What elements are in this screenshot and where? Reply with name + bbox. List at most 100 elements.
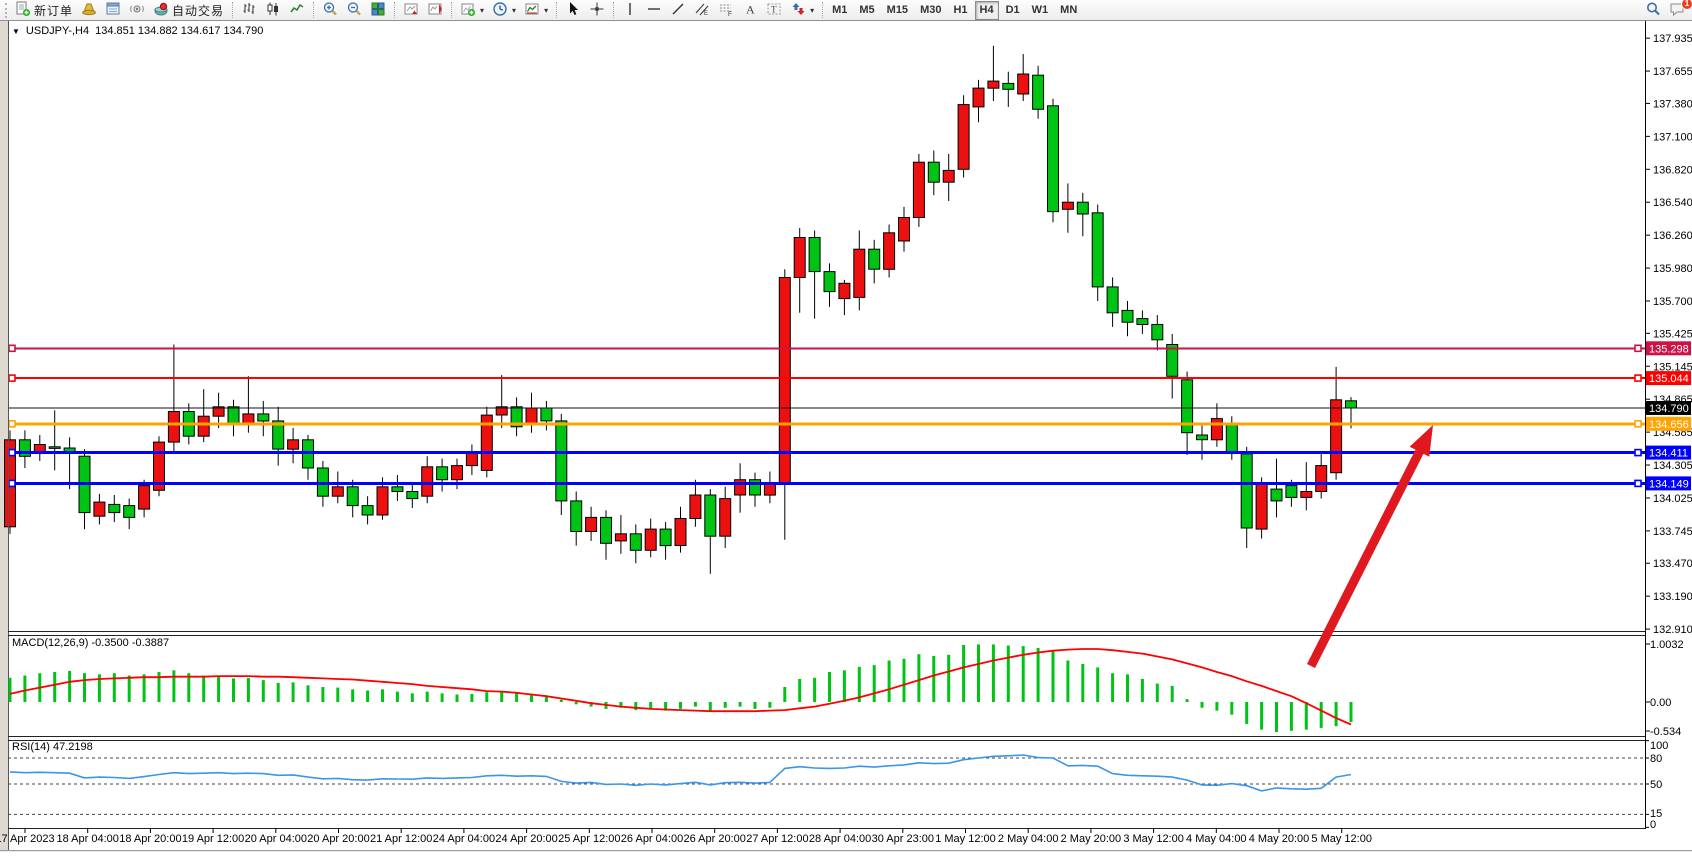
rsi-label: RSI(14) 47.2198 [12, 741, 93, 753]
horizontal-line-button[interactable] [642, 1, 666, 20]
line-handle[interactable] [9, 450, 15, 456]
templates-button[interactable]: ▾ [520, 1, 552, 20]
svg-text:134.790: 134.790 [1649, 403, 1689, 415]
svg-text:E: E [704, 11, 708, 17]
market-watch-button[interactable] [101, 1, 125, 20]
chart-background[interactable] [0, 21, 1692, 852]
text-label-button[interactable]: T [762, 1, 786, 20]
svg-text:2 May 20:00: 2 May 20:00 [1061, 833, 1122, 845]
svg-text:4 May 04:00: 4 May 04:00 [1186, 833, 1247, 845]
symbol-dropdown-icon[interactable]: ▼ [12, 27, 20, 36]
new-order-label: 新订单 [34, 2, 73, 19]
svg-text:137.380: 137.380 [1653, 98, 1692, 110]
line-handle[interactable] [1635, 345, 1641, 351]
auto-scroll-button[interactable] [399, 1, 423, 20]
bar-chart-button[interactable] [237, 1, 261, 20]
auto-trading-button[interactable]: 自动交易 [149, 1, 228, 20]
timeframe-button-h4[interactable]: H4 [975, 1, 999, 20]
svg-text:27 Apr 12:00: 27 Apr 12:00 [746, 833, 808, 845]
clock-icon [492, 1, 508, 20]
zoom-out-button[interactable] [342, 1, 366, 20]
line-handle[interactable] [9, 421, 15, 427]
trendline-button[interactable] [666, 1, 690, 20]
zoom-in-button[interactable] [318, 1, 342, 20]
svg-text:134.305: 134.305 [1653, 460, 1692, 472]
navigator-button[interactable] [125, 1, 149, 20]
svg-text:28 Apr 04:00: 28 Apr 04:00 [809, 833, 871, 845]
timeframe-button-mn[interactable]: MN [1055, 1, 1082, 20]
cursor-icon [565, 1, 581, 20]
notification-badge: 1 [1681, 0, 1692, 10]
equidistant-channel-icon: E [694, 1, 710, 20]
indicators-button[interactable]: ▾ [456, 1, 488, 20]
timeframe-button-m5[interactable]: M5 [854, 1, 879, 20]
navigator-icon [129, 1, 145, 20]
timeframe-button-m1[interactable]: M1 [827, 1, 852, 20]
svg-text:136.540: 136.540 [1653, 197, 1692, 209]
svg-text:21 Apr 12:00: 21 Apr 12:00 [370, 833, 432, 845]
chart-shift-button[interactable] [423, 1, 447, 20]
new-order-button[interactable]: 新订单 [11, 1, 77, 20]
candlestick-chart-icon [265, 1, 281, 20]
crosshair-button[interactable] [585, 1, 609, 20]
cursor-button[interactable] [561, 1, 585, 20]
fibonacci-retracement-button[interactable]: F [714, 1, 738, 20]
chevron-down-icon[interactable]: ▾ [480, 6, 484, 15]
svg-text:137.935: 137.935 [1653, 33, 1692, 45]
line-handle[interactable] [1635, 450, 1641, 456]
profiles-button[interactable] [77, 1, 101, 20]
line-handle[interactable] [9, 345, 15, 351]
svg-text:133.470: 133.470 [1653, 558, 1692, 570]
chart-shift-icon [427, 1, 443, 20]
svg-text:2 May 04:00: 2 May 04:00 [998, 833, 1059, 845]
svg-text:134.656: 134.656 [1649, 419, 1689, 431]
line-handle[interactable] [1635, 480, 1641, 486]
svg-text:134.025: 134.025 [1653, 493, 1692, 505]
toolbar-separator [313, 2, 314, 18]
chevron-down-icon[interactable]: ▾ [512, 6, 516, 15]
svg-text:24 Apr 20:00: 24 Apr 20:00 [495, 833, 557, 845]
line-chart-button[interactable] [285, 1, 309, 20]
zoom-out-icon [346, 1, 362, 20]
svg-text:3 May 12:00: 3 May 12:00 [1123, 833, 1184, 845]
arrows-icon [790, 1, 806, 20]
vertical-line-icon [622, 1, 638, 20]
svg-text:20 Apr 04:00: 20 Apr 04:00 [245, 833, 307, 845]
price-badge: 135.044 [1646, 371, 1691, 385]
bar-chart-icon [241, 1, 257, 20]
arrows-button[interactable]: ▾ [786, 1, 818, 20]
svg-text:5 May 12:00: 5 May 12:00 [1311, 833, 1372, 845]
tile-windows-icon [370, 1, 386, 20]
svg-text:1 May 12:00: 1 May 12:00 [935, 833, 996, 845]
timeframe-button-d1[interactable]: D1 [1001, 1, 1025, 20]
tile-windows-button[interactable] [366, 1, 390, 20]
toolbar-separator [451, 2, 452, 18]
timeframe-button-m30[interactable]: M30 [915, 1, 946, 20]
chat-button[interactable]: 1 [1665, 1, 1690, 20]
candlestick-chart-button[interactable] [261, 1, 285, 20]
timeframe-button-w1[interactable]: W1 [1027, 1, 1054, 20]
chevron-down-icon[interactable]: ▾ [544, 6, 548, 15]
text-button[interactable]: A [738, 1, 762, 20]
line-handle[interactable] [1635, 421, 1641, 427]
svg-text:1.0032: 1.0032 [1650, 639, 1684, 651]
chart-window[interactable]: 137.935137.655137.380137.100136.820136.5… [0, 0, 1692, 852]
periods-button[interactable]: ▾ [488, 1, 520, 20]
svg-text:135.980: 135.980 [1653, 263, 1692, 275]
chart-canvas[interactable]: 137.935137.655137.380137.100136.820136.5… [0, 0, 1692, 852]
chevron-down-icon[interactable]: ▾ [810, 6, 814, 15]
line-handle[interactable] [9, 480, 15, 486]
equidistant-channel-button[interactable]: E [690, 1, 714, 20]
svg-text:0: 0 [1650, 819, 1656, 831]
svg-text:135.700: 135.700 [1653, 296, 1692, 308]
timeframe-button-m15[interactable]: M15 [882, 1, 913, 20]
line-handle[interactable] [9, 375, 15, 381]
timeframe-button-h1[interactable]: H1 [948, 1, 972, 20]
svg-text:T: T [771, 4, 777, 14]
macd-label: MACD(12,26,9) -0.3500 -0.3887 [12, 637, 169, 649]
vertical-line-button[interactable] [618, 1, 642, 20]
search-button[interactable] [1641, 1, 1665, 20]
toolbar-grip[interactable] [5, 3, 8, 18]
line-handle[interactable] [1635, 375, 1641, 381]
auto-trading-label: 自动交易 [172, 2, 224, 19]
